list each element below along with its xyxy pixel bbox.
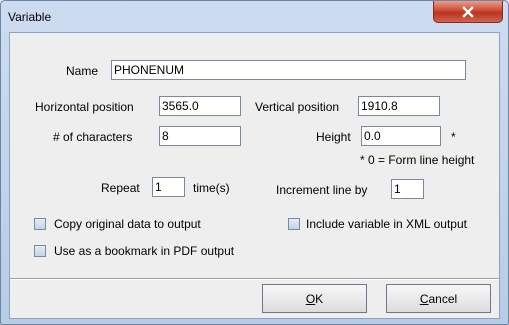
cancel-button[interactable]: Cancel — [386, 284, 491, 313]
close-button[interactable] — [433, 1, 503, 23]
repeat-label: Repeat — [101, 181, 140, 195]
times-label: time(s) — [193, 181, 230, 195]
increment-label: Increment line by — [276, 183, 368, 197]
increment-field[interactable]: 1 — [391, 179, 424, 199]
characters-field[interactable]: 8 — [159, 126, 241, 146]
bookmark-checkbox[interactable] — [34, 245, 46, 257]
ok-button[interactable]: OK — [262, 284, 367, 313]
include-xml-label[interactable]: Include variable in XML output — [306, 217, 467, 231]
dialog-body: Name PHONENUM Horizontal position 3565.0… — [9, 32, 500, 319]
title-bar[interactable]: Variable — [1, 1, 508, 32]
window-title: Variable — [8, 10, 52, 24]
height-note: * 0 = Form line height — [360, 153, 475, 167]
name-field[interactable]: PHONENUM — [111, 60, 466, 80]
separator-highlight — [10, 279, 499, 280]
ok-label-rest: K — [315, 291, 324, 306]
ok-mnemonic: O — [305, 291, 316, 306]
variable-dialog: Variable Name PHONENUM Horizontal positi… — [0, 0, 509, 325]
cancel-label-rest: ancel — [428, 291, 458, 306]
vertical-position-field[interactable]: 1910.8 — [358, 96, 440, 116]
copy-original-checkbox[interactable] — [34, 218, 46, 230]
include-xml-checkbox[interactable] — [288, 218, 300, 230]
characters-label: # of characters — [53, 130, 133, 144]
vertical-position-label: Vertical position — [255, 100, 340, 114]
close-icon — [462, 5, 474, 18]
name-label: Name — [66, 64, 99, 78]
cancel-mnemonic: C — [419, 291, 429, 306]
height-label: Height — [316, 130, 351, 144]
horizontal-position-field[interactable]: 3565.0 — [159, 96, 241, 116]
height-asterisk: * — [451, 130, 456, 144]
copy-original-label[interactable]: Copy original data to output — [54, 217, 201, 231]
height-field[interactable]: 0.0 — [361, 126, 441, 146]
repeat-field[interactable]: 1 — [152, 177, 185, 197]
horizontal-position-label: Horizontal position — [35, 100, 134, 114]
bookmark-label[interactable]: Use as a bookmark in PDF output — [54, 244, 234, 258]
